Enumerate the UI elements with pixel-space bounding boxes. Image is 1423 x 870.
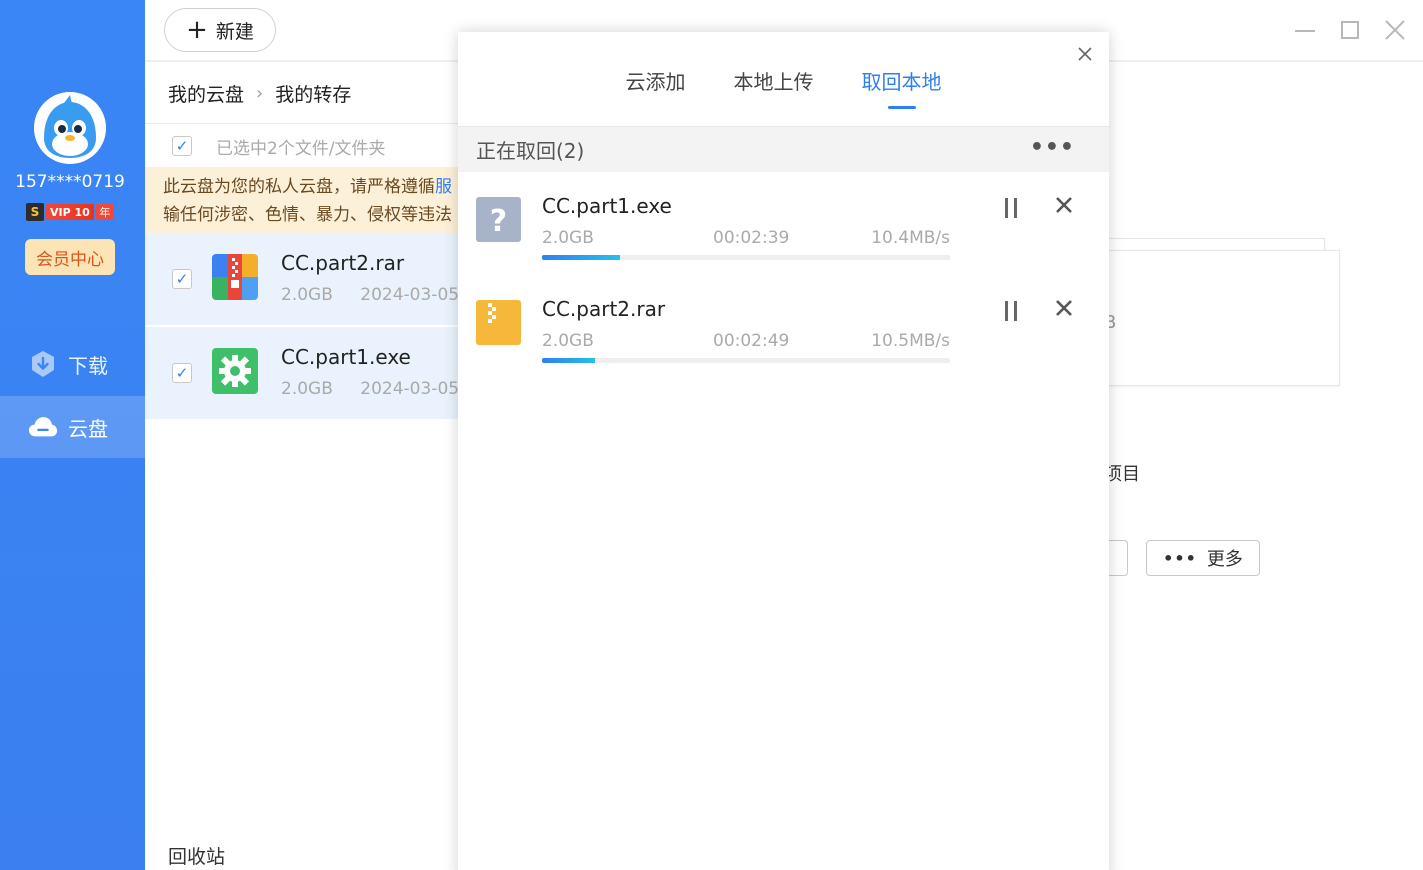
- nav-label-download: 下载: [68, 353, 108, 378]
- plus-icon: +: [186, 15, 208, 45]
- download-item: CC.part2.rar 2.0GB 00:02:49 10.5MB/s: [458, 275, 1109, 375]
- minimize-icon[interactable]: [1290, 16, 1320, 46]
- more-button[interactable]: ••• 更多: [1146, 540, 1260, 576]
- new-button[interactable]: + 新建: [164, 8, 276, 52]
- selection-bar: ✓ 已选中2个文件/文件夹: [168, 132, 386, 160]
- sidebar: 157****0719 S VIP 10 年 会员中心 下载 云盘: [0, 0, 145, 870]
- vip-s-icon: S: [26, 203, 44, 221]
- tab-retrieve-local[interactable]: 取回本地: [862, 66, 942, 109]
- download-name: CC.part2.rar: [542, 297, 666, 321]
- exe-gear-icon: [212, 348, 258, 394]
- cancel-icon[interactable]: [1052, 295, 1076, 323]
- download-remaining-time: 00:02:39: [713, 228, 790, 248]
- nav-item-download[interactable]: 下载: [0, 333, 145, 395]
- download-remaining-time: 00:02:49: [713, 331, 790, 351]
- vip-year-label: 年: [95, 204, 114, 220]
- download-name: CC.part1.exe: [542, 194, 672, 218]
- notice-line1: 此云盘为您的私人云盘，请严格遵循: [163, 177, 435, 197]
- file-name: CC.part2.rar: [281, 251, 405, 275]
- notice-link[interactable]: 服: [435, 177, 452, 197]
- new-button-label: 新建: [215, 20, 254, 43]
- cloud-icon: [28, 412, 58, 442]
- download-speed: 10.5MB/s: [871, 331, 950, 351]
- breadcrumb-current[interactable]: 我的转存: [275, 80, 351, 107]
- notice-line2: 输任何涉密、色情、暴力、侵权等违法: [163, 205, 452, 225]
- section-title: 正在取回(2): [476, 139, 585, 163]
- pause-icon[interactable]: [999, 196, 1023, 220]
- download-size: 2.0GB: [542, 331, 594, 351]
- section-header: 正在取回(2) •••: [458, 126, 1109, 172]
- vip-badge: S VIP 10 年: [26, 203, 114, 221]
- file-name: CC.part1.exe: [281, 345, 411, 369]
- tab-cloud-add[interactable]: 云添加: [626, 66, 686, 109]
- more-options-icon[interactable]: •••: [1030, 135, 1075, 160]
- background-fragment: 项目: [1104, 464, 1140, 485]
- progress-fill: [542, 255, 620, 260]
- user-phone: 157****0719: [15, 172, 125, 192]
- archive-icon: [212, 254, 258, 300]
- nav-item-cloud[interactable]: 云盘: [0, 396, 145, 458]
- tab-local-upload[interactable]: 本地上传: [734, 66, 814, 109]
- file-date: 2024-03-05 2: [360, 285, 460, 305]
- progress-bar: [542, 255, 950, 260]
- close-icon[interactable]: [1380, 16, 1410, 46]
- file-checkbox[interactable]: ✓: [172, 269, 192, 289]
- file-meta: 2.0GB 2024-03-05 2: [281, 285, 460, 305]
- vip-level-label: VIP 10: [46, 204, 94, 220]
- svg-text:?: ?: [490, 204, 507, 239]
- file-meta: 2.0GB 2024-03-05 2: [281, 379, 460, 399]
- more-dots-icon: •••: [1163, 548, 1197, 568]
- file-row[interactable]: ✓ CC.part2.rar 2.0GB 2024-03-05 2: [145, 233, 460, 325]
- panel-close-icon[interactable]: [1073, 42, 1097, 66]
- nav-label-cloud: 云盘: [68, 416, 108, 441]
- privacy-notice: 此云盘为您的私人云盘，请严格遵循服 输任何涉密、色情、暴力、侵权等违法: [145, 167, 460, 233]
- more-button-label: 更多: [1206, 549, 1243, 570]
- unknown-file-icon: ?: [476, 197, 521, 242]
- breadcrumb-root[interactable]: 我的云盘: [168, 80, 244, 107]
- download-size: 2.0GB: [542, 228, 594, 248]
- file-checkbox[interactable]: ✓: [172, 363, 192, 383]
- select-all-checkbox[interactable]: ✓: [172, 136, 192, 156]
- transfer-tabs: 云添加 本地上传 取回本地: [458, 66, 1109, 109]
- breadcrumb-divider: [145, 123, 460, 124]
- maximize-icon[interactable]: [1335, 16, 1365, 46]
- download-speed: 10.4MB/s: [871, 228, 950, 248]
- transfer-panel: 云添加 本地上传 取回本地 正在取回(2) ••• ? CC.part1.exe…: [458, 32, 1109, 870]
- file-date: 2024-03-05 2: [360, 379, 460, 399]
- download-item: ? CC.part1.exe 2.0GB 00:02:39 10.4MB/s: [458, 172, 1109, 272]
- file-size: 2.0GB: [281, 285, 333, 305]
- background-card: [1108, 250, 1340, 386]
- user-avatar[interactable]: [34, 92, 106, 164]
- chevron-right-icon: ›: [256, 83, 264, 104]
- recycle-bin-link[interactable]: 回收站: [168, 842, 225, 869]
- breadcrumb: 我的云盘 › 我的转存: [168, 80, 351, 107]
- bird-mascot-icon: [34, 92, 106, 164]
- progress-bar: [542, 358, 950, 363]
- file-row[interactable]: ✓ CC.part1.exe 2.0GB 2024-03-05 2: [145, 327, 460, 419]
- selection-text: 已选中2个文件/文件夹: [216, 138, 386, 159]
- download-shield-icon: [28, 349, 58, 379]
- progress-fill: [542, 358, 596, 363]
- file-size: 2.0GB: [281, 379, 333, 399]
- pause-icon[interactable]: [999, 299, 1023, 323]
- member-center-button[interactable]: 会员中心: [25, 239, 115, 275]
- archive-file-icon: [476, 300, 521, 345]
- cancel-icon[interactable]: [1052, 192, 1076, 220]
